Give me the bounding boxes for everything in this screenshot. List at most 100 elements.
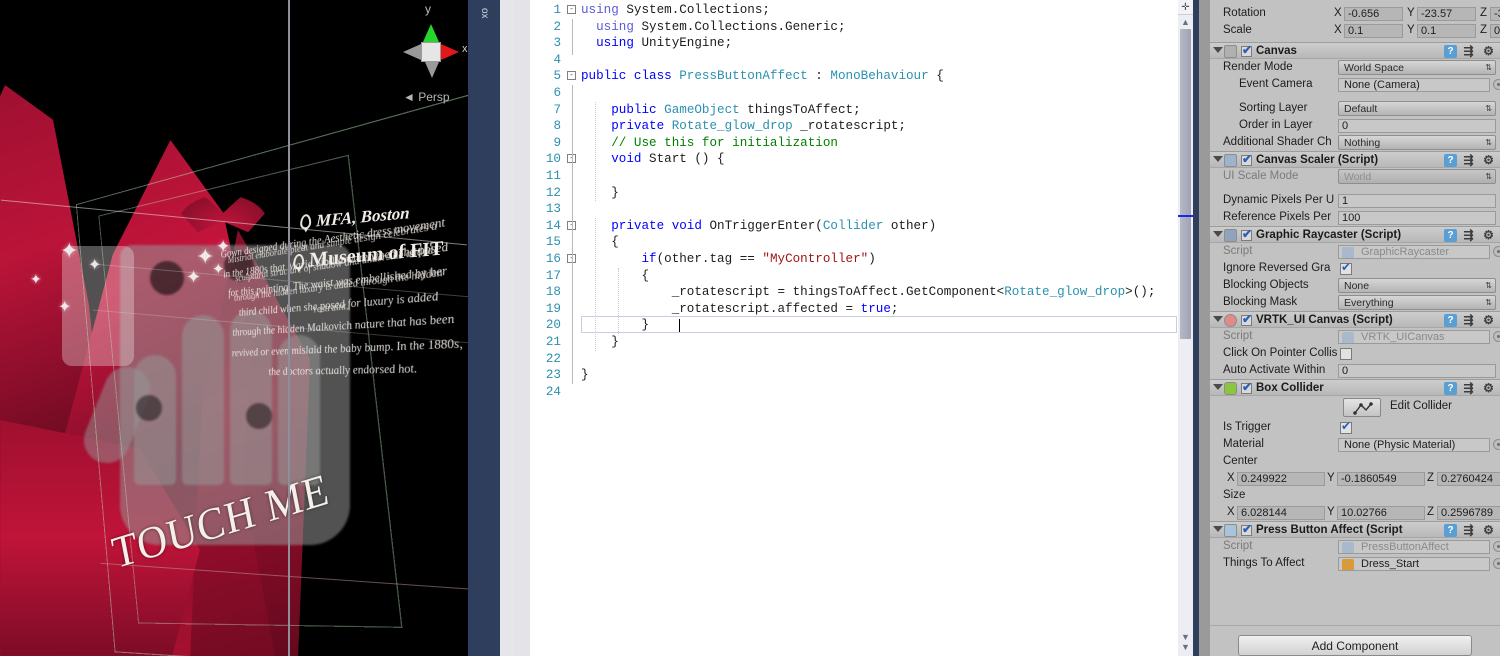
preset-icon[interactable]: ⇶	[1462, 45, 1475, 58]
add-component-area[interactable]: Add Component	[1210, 625, 1500, 656]
code-line[interactable]: 18 _rotatescript = thingsToAffect.GetCom…	[515, 284, 1183, 301]
field-row[interactable]: Things To Affect Dress_Start	[1210, 555, 1500, 572]
component-enabled-checkbox[interactable]	[1241, 521, 1252, 538]
code-line[interactable]: 21 }	[515, 334, 1183, 351]
rotation-x-field[interactable]	[1344, 7, 1403, 21]
code-line[interactable]: 1- using System.Collections;	[515, 2, 1183, 19]
code-line[interactable]: 7 public GameObject thingsToAffect;	[515, 102, 1183, 119]
component-header-canvas[interactable]: Canvas? ⇶ ⚙	[1210, 42, 1500, 59]
scrollbar-thumb[interactable]	[1180, 29, 1191, 339]
object-picker-icon[interactable]	[1493, 331, 1500, 342]
vec-z-field[interactable]	[1437, 472, 1500, 486]
code-line[interactable]: 23}	[515, 367, 1183, 384]
field-row[interactable]: Event Camera None (Camera)	[1210, 76, 1500, 93]
scroll-up-arrow-icon[interactable]: ▲	[1178, 17, 1193, 27]
field-row[interactable]: Ignore Reversed Gra	[1210, 259, 1500, 277]
input-order-in-layer[interactable]	[1338, 119, 1496, 133]
field-row[interactable]: Dynamic Pixels Per U	[1210, 192, 1500, 209]
component-enabled-checkbox[interactable]	[1241, 42, 1252, 59]
vertical-tab-label[interactable]: ox	[473, 2, 495, 24]
rotation-z-field[interactable]	[1490, 7, 1500, 21]
object-field-things-to-affect[interactable]: Dress_Start	[1338, 557, 1490, 571]
gear-icon[interactable]: ⚙	[1482, 382, 1495, 395]
chevron-down-icon[interactable]	[1213, 526, 1223, 532]
input-auto-activate-within[interactable]	[1338, 364, 1496, 378]
component-enabled-checkbox[interactable]	[1241, 151, 1252, 168]
chevron-down-icon[interactable]	[1213, 156, 1223, 162]
component-enabled-checkbox[interactable]	[1241, 311, 1252, 328]
dropdown-blocking-mask[interactable]: Everything ⇅	[1338, 295, 1496, 310]
gizmo-axis-x-cone[interactable]	[441, 44, 459, 60]
panel-divider-strip[interactable]: ox	[468, 0, 500, 656]
gear-icon[interactable]: ⚙	[1482, 524, 1495, 537]
object-field-material[interactable]: None (Physic Material)	[1338, 438, 1490, 452]
edit-collider-button[interactable]	[1343, 398, 1381, 417]
code-line[interactable]: 11	[515, 168, 1183, 185]
vec-z-field[interactable]	[1437, 506, 1500, 520]
scale-z-field[interactable]	[1490, 24, 1500, 38]
vector3-row[interactable]: X Y Z	[1210, 470, 1500, 487]
preset-icon[interactable]: ⇶	[1462, 524, 1475, 537]
field-row[interactable]: Blocking Mask Everything ⇅	[1210, 294, 1500, 311]
object-field-script[interactable]: GraphicRaycaster	[1338, 245, 1490, 259]
dropdown-sorting-layer[interactable]: Default ⇅	[1338, 101, 1496, 116]
scene-view-gizmo[interactable]: y x ◄ Persp	[385, 2, 468, 112]
rotation-y-field[interactable]	[1417, 7, 1476, 21]
transform-scale-row[interactable]: Scale X Y Z	[1210, 22, 1500, 39]
field-row[interactable]: Additional Shader Ch Nothing ⇅	[1210, 134, 1500, 151]
field-row[interactable]: Sorting Layer Default ⇅	[1210, 100, 1500, 117]
code-line[interactable]: 22	[515, 351, 1183, 368]
component-header-canvas-scaler-script[interactable]: Canvas Scaler (Script)? ⇶ ⚙	[1210, 151, 1500, 168]
gizmo-axis-y-cone[interactable]	[423, 24, 439, 42]
component-header-box-collider[interactable]: Box Collider? ⇶ ⚙	[1210, 379, 1500, 396]
code-line[interactable]: 9 // Use this for initialization	[515, 135, 1183, 152]
code-line[interactable]: 13	[515, 201, 1183, 218]
object-field-event-camera[interactable]: None (Camera)	[1338, 78, 1490, 92]
object-picker-icon[interactable]	[1493, 558, 1500, 569]
code-line[interactable]: 4	[515, 52, 1183, 69]
code-line[interactable]: 5- public class PressButtonAffect : MonoB…	[515, 68, 1183, 85]
code-line[interactable]: 24	[515, 384, 1183, 401]
code-line[interactable]: 19 _rotatescript.affected = true;	[515, 301, 1183, 318]
scale-x-field[interactable]	[1344, 24, 1403, 38]
help-icon[interactable]: ?	[1444, 154, 1457, 167]
code-line[interactable]: 2 using System.Collections.Generic;	[515, 19, 1183, 36]
object-picker-icon[interactable]	[1493, 79, 1500, 90]
component-enabled-checkbox[interactable]	[1241, 379, 1252, 396]
inspector-panel[interactable]: Rotation X Y Z Scale X Y Z Canvas?⇶⚙Rend…	[1210, 0, 1500, 656]
object-picker-icon[interactable]	[1493, 246, 1500, 257]
help-icon[interactable]: ?	[1444, 524, 1457, 537]
field-row[interactable]: Center	[1210, 453, 1500, 470]
chevron-down-icon[interactable]	[1213, 384, 1223, 390]
gear-icon[interactable]: ⚙	[1482, 154, 1495, 167]
component-header-vrtk-ui-canvas-script[interactable]: VRTK_UI Canvas (Script)? ⇶ ⚙	[1210, 311, 1500, 328]
vec-x-field[interactable]	[1237, 472, 1325, 486]
gizmo-center-cube[interactable]	[421, 42, 441, 62]
object-field-script[interactable]: VRTK_UICanvas	[1338, 330, 1490, 344]
gizmo-axis-negx-cone[interactable]	[403, 44, 421, 60]
code-line[interactable]: 3 using UnityEngine;	[515, 35, 1183, 52]
code-line[interactable]: 10- void Start () {	[515, 151, 1183, 168]
split-view-icon[interactable]: ✛	[1178, 0, 1193, 15]
dropdown-additional-shader-ch[interactable]: Nothing ⇅	[1338, 135, 1496, 150]
help-icon[interactable]: ?	[1444, 45, 1457, 58]
field-row[interactable]: Script PressButtonAffect	[1210, 538, 1500, 555]
component-header-press-button-affect-script[interactable]: Press Button Affect (Script? ⇶ ⚙	[1210, 521, 1500, 538]
checkbox-click-on-pointer-collis[interactable]	[1340, 348, 1352, 360]
field-row[interactable]: Render Mode World Space ⇅	[1210, 59, 1500, 76]
field-row[interactable]: Is Trigger	[1210, 418, 1500, 436]
code-fold-toggle-icon[interactable]: -	[567, 5, 576, 14]
help-icon[interactable]: ?	[1444, 382, 1457, 395]
input-dynamic-pixels-per-u[interactable]	[1338, 194, 1496, 208]
gear-icon[interactable]: ⚙	[1482, 229, 1495, 242]
field-row[interactable]: Click On Pointer Collis	[1210, 345, 1500, 362]
code-editor[interactable]: 1- using System.Collections; 2 using Syste…	[515, 0, 1183, 656]
input-reference-pixels-per[interactable]	[1338, 211, 1496, 225]
dropdown-blocking-objects[interactable]: None ⇅	[1338, 278, 1496, 293]
object-picker-icon[interactable]	[1493, 439, 1500, 450]
chevron-down-icon[interactable]	[1213, 316, 1223, 322]
transform-rotation-row[interactable]: Rotation X Y Z	[1210, 5, 1500, 22]
vector3-row[interactable]: X Y Z	[1210, 504, 1500, 521]
editor-vertical-scrollbar[interactable]: ✛ ▲ ▼ ▼	[1178, 0, 1193, 656]
components-list[interactable]: Canvas? ⇶ ⚙ Render Mode World Space ⇅ Event Ca…	[1210, 42, 1500, 572]
